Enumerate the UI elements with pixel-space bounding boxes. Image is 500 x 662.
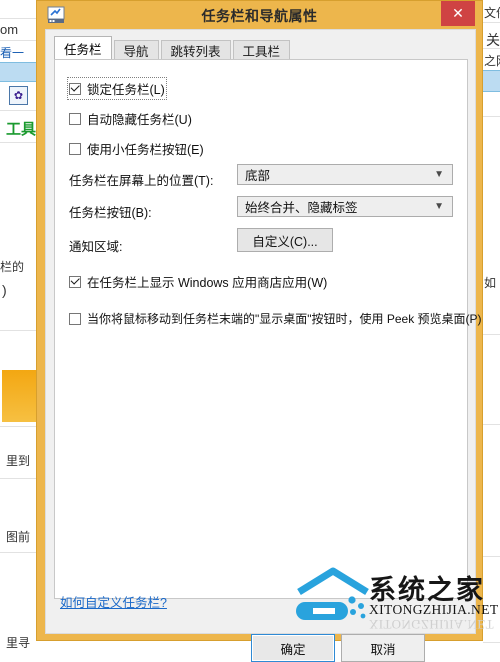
- bg-selected-row: [0, 62, 36, 82]
- combobox-value: 底部: [245, 169, 271, 183]
- bg-divider: [483, 334, 500, 335]
- checkbox-label: 使用小任务栏按钮(E): [87, 143, 204, 157]
- checkbox-box: [69, 82, 81, 95]
- label-taskbar-buttons: 任务栏按钮(B):: [69, 206, 152, 220]
- checkbox-box: [69, 312, 81, 325]
- bg-divider: [0, 40, 36, 41]
- bg-divider: [483, 116, 500, 117]
- bg-divider: [0, 426, 36, 427]
- bg-divider: [0, 330, 36, 331]
- bg-divider: [0, 110, 36, 111]
- bg-divider: [0, 552, 36, 553]
- chevron-down-icon: ▼: [434, 201, 444, 212]
- bg-text-inner: 里到: [6, 454, 31, 468]
- bg-divider: [0, 142, 36, 143]
- bg-orange-thumb: [2, 370, 36, 422]
- checkbox-label: 自动隐藏任务栏(U): [87, 113, 192, 127]
- bg-text-net: 之网: [484, 54, 500, 68]
- bg-text-star: 关: [486, 32, 500, 48]
- checkbox-peek-preview-desktop[interactable]: 当你将鼠标移动到任务栏末端的"显示桌面"按钮时，使用 Peek 预览桌面(P): [69, 310, 482, 327]
- checkbox-label: 在任务栏上显示 Windows 应用商店应用(W): [87, 276, 328, 290]
- bg-selected-row: [483, 70, 500, 92]
- bg-text-bar: 栏的: [0, 260, 25, 274]
- checkbox-show-store-apps[interactable]: 在任务栏上显示 Windows 应用商店应用(W): [69, 272, 327, 291]
- tab-taskbar[interactable]: 任务栏: [54, 36, 112, 60]
- taskbar-settings-panel: 锁定任务栏(L) 自动隐藏任务栏(U) 使用小任务栏按钮(E) 任务栏在屏幕上的…: [54, 59, 482, 599]
- bg-text-pic: 图前: [6, 530, 31, 544]
- checkbox-label: 当你将鼠标移动到任务栏末端的"显示桌面"按钮时，使用 Peek 预览桌面(P): [87, 312, 482, 326]
- window-title: 任务栏和导航属性: [201, 8, 318, 24]
- tab-strip: 任务栏 导航 跳转列表 工具栏: [54, 36, 292, 60]
- dialog-client-area: 任务栏 导航 跳转列表 工具栏 锁定任务栏(L) 自动隐藏任务栏(U) 使用小任…: [45, 29, 482, 662]
- bg-text-ru: 如: [484, 276, 497, 290]
- combobox-taskbar-buttons[interactable]: 始终合并、隐藏标签 ▼: [237, 196, 453, 217]
- bg-divider: [483, 424, 500, 425]
- bg-divider: [483, 48, 500, 49]
- cancel-button[interactable]: 取消: [341, 634, 425, 662]
- label-notification-area: 通知区域:: [69, 240, 123, 254]
- chevron-down-icon: ▼: [434, 169, 444, 180]
- close-button[interactable]: ✕: [441, 1, 475, 26]
- checkbox-box: [69, 275, 81, 288]
- how-to-customize-taskbar-link[interactable]: 如何自定义任务栏?: [60, 592, 167, 611]
- paw-icon: ✿: [9, 86, 28, 105]
- tab-navigation[interactable]: 导航: [113, 40, 159, 60]
- bg-divider: [483, 642, 500, 643]
- bg-text-toolbar: 工具: [6, 121, 37, 138]
- checkbox-lock-taskbar[interactable]: 锁定任务栏(L): [67, 77, 167, 100]
- checkbox-auto-hide-taskbar[interactable]: 自动隐藏任务栏(U): [69, 109, 192, 128]
- combobox-taskbar-location[interactable]: 底部 ▼: [237, 164, 453, 185]
- customize-button[interactable]: 自定义(C)...: [237, 228, 333, 252]
- label-taskbar-location: 任务栏在屏幕上的位置(T):: [69, 174, 214, 188]
- bg-text-paren: ): [2, 282, 7, 298]
- bg-text-om: om: [0, 22, 19, 37]
- bg-text-find: 里寻: [6, 636, 31, 650]
- bg-divider: [0, 18, 36, 19]
- taskbar-properties-dialog: 任务栏和导航属性 ✕ 任务栏 导航 跳转列表 工具栏 锁定任务栏(L) 自动隐藏…: [36, 0, 483, 662]
- bg-divider: [483, 22, 500, 23]
- checkbox-label: 锁定任务栏(L): [87, 83, 165, 97]
- bg-divider: [483, 556, 500, 557]
- checkbox-small-taskbar-buttons[interactable]: 使用小任务栏按钮(E): [69, 139, 204, 158]
- combobox-value: 始终合并、隐藏标签: [245, 201, 358, 215]
- bg-divider: [0, 478, 36, 479]
- bg-text-link: 看一: [0, 46, 25, 60]
- ok-button[interactable]: 确定: [251, 634, 335, 662]
- checkbox-box: [69, 112, 81, 125]
- bg-text-file: 文件: [484, 6, 500, 20]
- tab-toolbars[interactable]: 工具栏: [232, 40, 291, 60]
- tab-jumplist[interactable]: 跳转列表: [160, 40, 231, 60]
- title-bar: 任务栏和导航属性 ✕: [37, 1, 482, 29]
- checkbox-box: [69, 142, 81, 155]
